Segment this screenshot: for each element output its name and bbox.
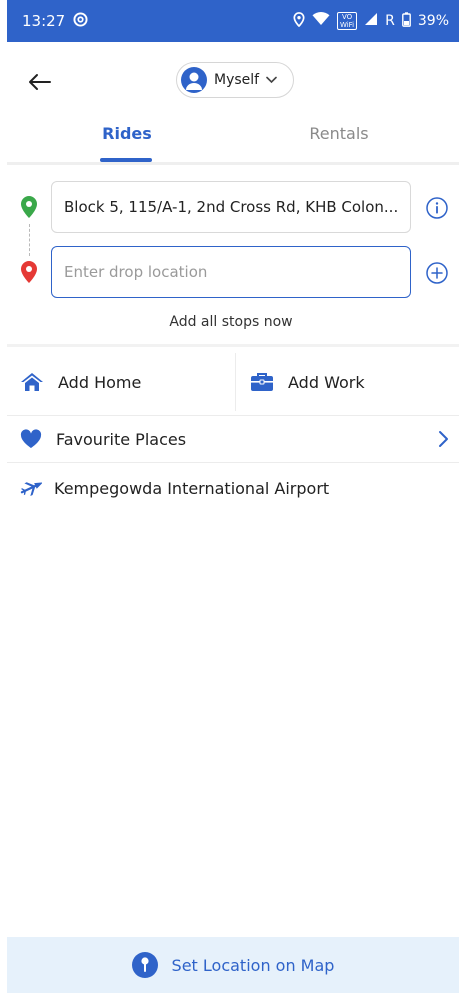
status-time: 13:27 <box>22 12 66 30</box>
map-pin-icon <box>131 952 158 978</box>
vowifi-icon: VO WiFi <box>336 12 358 30</box>
chevron-right-icon <box>439 431 448 447</box>
drop-pin-icon <box>21 261 37 283</box>
battery-level: 39% <box>417 13 449 29</box>
wifi-icon <box>312 12 330 30</box>
add-all-stops-link[interactable]: Add all stops now <box>51 314 411 330</box>
profile-label: Myself <box>214 72 260 88</box>
pickup-location-field[interactable]: Block 5, 115/A-1, 2nd Cross Rd, KHB Colo… <box>51 181 411 233</box>
add-work-button[interactable]: Add Work <box>250 362 365 402</box>
pickup-pin-icon <box>21 196 37 218</box>
airplane-icon <box>20 482 42 497</box>
status-bar: 13:27 VO WiFi R 39% <box>7 0 459 42</box>
favourite-places-row[interactable]: Favourite Places <box>20 422 450 456</box>
set-location-label: Set Location on Map <box>171 955 335 975</box>
notification-icon <box>73 11 88 31</box>
row-divider <box>7 462 459 463</box>
add-home-button[interactable]: Add Home <box>20 362 141 402</box>
tab-rides[interactable]: Rides <box>80 124 174 154</box>
battery-icon <box>401 11 411 31</box>
add-home-label: Add Home <box>58 372 142 392</box>
location-status-icon <box>293 11 305 31</box>
favourite-places-label: Favourite Places <box>56 429 187 449</box>
tab-divider <box>7 162 459 165</box>
network-type: R <box>385 13 395 29</box>
person-icon <box>181 67 207 93</box>
back-arrow-icon <box>29 74 51 90</box>
drop-location-input[interactable]: Enter drop location <box>51 246 411 298</box>
add-stop-icon[interactable] <box>425 261 449 285</box>
briefcase-icon <box>251 373 273 391</box>
heart-icon <box>20 429 42 448</box>
suggestion-airport[interactable]: Kempegowda International Airport <box>20 471 450 505</box>
back-button[interactable] <box>20 62 60 102</box>
add-work-label: Add Work <box>288 372 365 392</box>
profile-selector[interactable]: Myself <box>176 62 294 98</box>
info-icon[interactable] <box>425 196 449 220</box>
signal-icon <box>364 12 378 30</box>
chevron-down-icon <box>266 72 277 88</box>
row-divider <box>7 415 459 416</box>
shortcut-divider <box>235 353 236 411</box>
tab-rentals[interactable]: Rentals <box>294 124 384 154</box>
home-icon <box>21 373 43 391</box>
suggestion-label: Kempegowda International Airport <box>54 478 330 498</box>
set-location-on-map-button[interactable]: Set Location on Map <box>7 937 459 993</box>
route-connector <box>29 224 30 256</box>
section-divider <box>7 344 459 347</box>
